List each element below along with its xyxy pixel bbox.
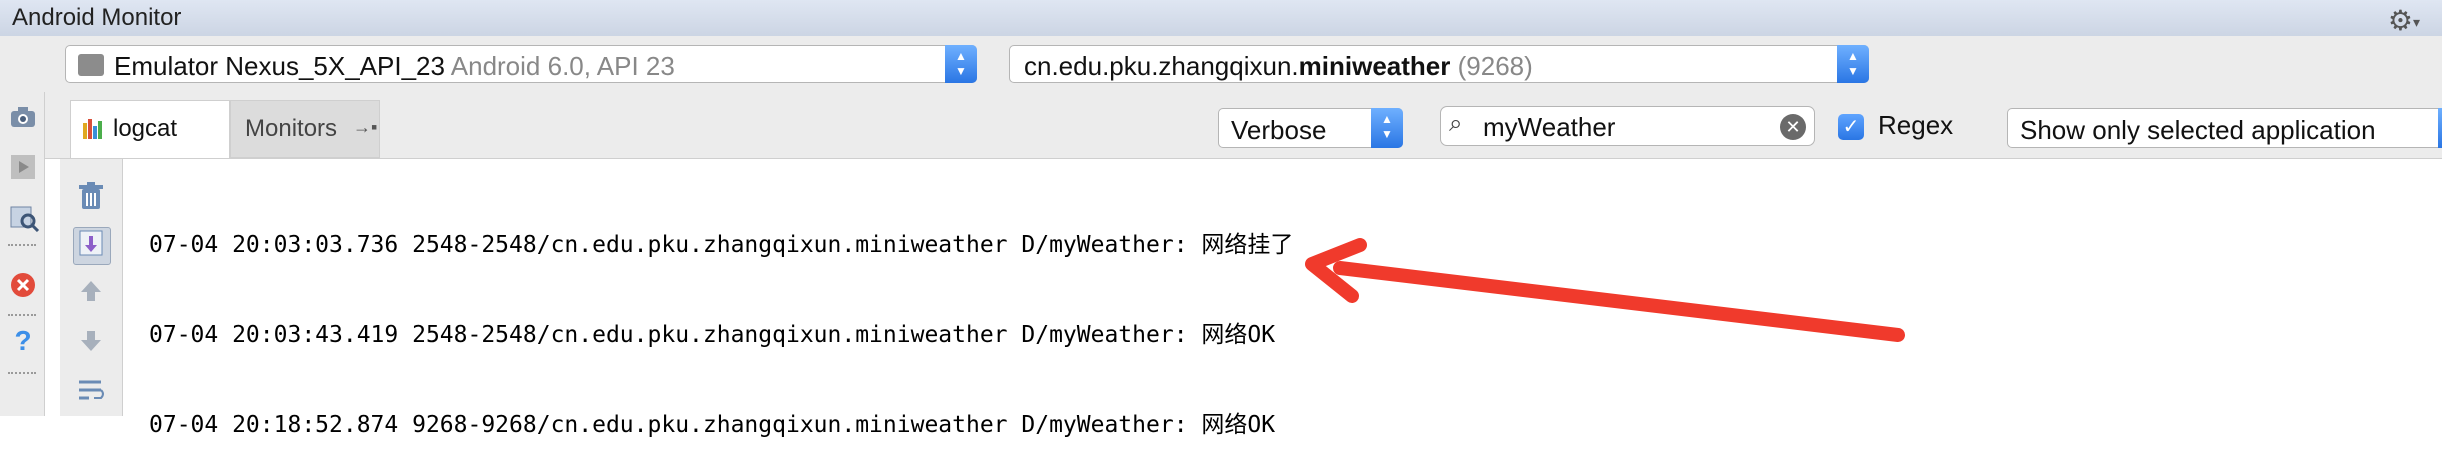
annotation-arrow-shaft: [1333, 261, 1905, 342]
annotation-arrow: [1305, 238, 1905, 342]
